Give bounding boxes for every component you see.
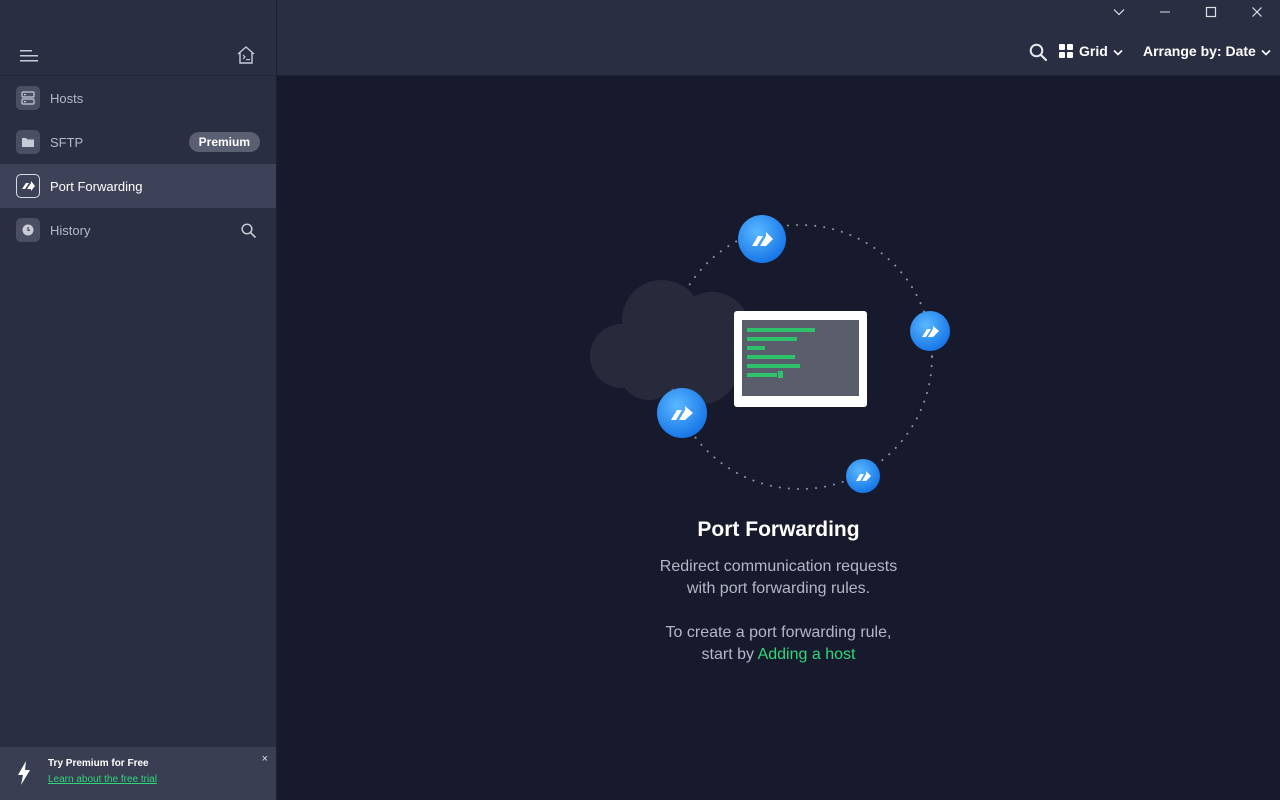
sidebar-item-label: Port Forwarding	[50, 178, 143, 194]
sidebar-item-label: Hosts	[50, 90, 84, 106]
arrange-by-dropdown[interactable]: Arrange by: Date	[1143, 43, 1271, 59]
chevron-down-icon	[1113, 49, 1123, 56]
folder-icon	[16, 130, 40, 154]
empty-state-description: Redirect communication requests with por…	[277, 556, 1280, 600]
sidebar-item-label: History	[50, 222, 91, 238]
empty-state-hint: To create a port forwarding rule, start …	[277, 622, 1280, 666]
sidebar: Hosts SFTP Premium Port Forwarding Histo…	[0, 0, 277, 800]
forward-arrow-icon	[738, 215, 786, 263]
premium-badge[interactable]: Premium	[188, 132, 260, 152]
sidebar-item-history[interactable]: History	[0, 208, 276, 252]
premium-promo-banner: Try Premium for Free Learn about the fre…	[0, 747, 276, 800]
sidebar-item-label: SFTP	[50, 134, 84, 150]
clock-icon	[16, 218, 40, 242]
sidebar-item-hosts[interactable]: Hosts	[0, 76, 276, 120]
promo-title: Try Premium for Free	[48, 758, 149, 769]
arrange-by-label: Arrange by: Date	[1143, 43, 1256, 59]
grid-icon	[1059, 44, 1073, 58]
sidebar-nav: Hosts SFTP Premium Port Forwarding Histo…	[0, 76, 276, 252]
port-forwarding-illustration	[590, 215, 950, 493]
sidebar-item-port-forwarding[interactable]: Port Forwarding	[0, 164, 276, 208]
hint-prefix: start by	[701, 646, 758, 663]
chevron-down-icon[interactable]	[1105, 4, 1133, 20]
view-mode-dropdown[interactable]: Grid	[1059, 43, 1123, 59]
lightning-icon	[18, 761, 30, 785]
sidebar-header	[0, 0, 276, 76]
description-line: with port forwarding rules.	[686, 580, 871, 597]
home-icon[interactable]	[236, 46, 256, 64]
toolbar: Grid Arrange by: Date	[277, 0, 1280, 76]
search-icon[interactable]	[241, 223, 256, 238]
close-window-icon[interactable]	[1243, 4, 1271, 20]
empty-state-title: Port Forwarding	[697, 518, 860, 541]
search-icon[interactable]	[1029, 43, 1047, 61]
hamburger-icon[interactable]	[20, 50, 38, 62]
server-icon	[16, 86, 40, 110]
forward-arrow-icon	[16, 174, 40, 198]
maximize-icon[interactable]	[1197, 4, 1225, 20]
hint-line: start by Adding a host	[277, 644, 1280, 666]
description-line: Redirect communication requests	[659, 558, 898, 575]
free-trial-link[interactable]: Learn about the free trial	[48, 774, 157, 785]
hint-line: To create a port forwarding rule,	[665, 624, 892, 641]
sidebar-item-sftp[interactable]: SFTP Premium	[0, 120, 276, 164]
main-content: Port Forwarding Redirect communication r…	[277, 76, 1280, 800]
close-icon[interactable]: ×	[262, 753, 268, 765]
adding-a-host-link[interactable]: Adding a host	[758, 646, 856, 663]
view-mode-label: Grid	[1079, 43, 1108, 59]
chevron-down-icon	[1261, 49, 1271, 56]
minimize-icon[interactable]	[1151, 4, 1179, 20]
